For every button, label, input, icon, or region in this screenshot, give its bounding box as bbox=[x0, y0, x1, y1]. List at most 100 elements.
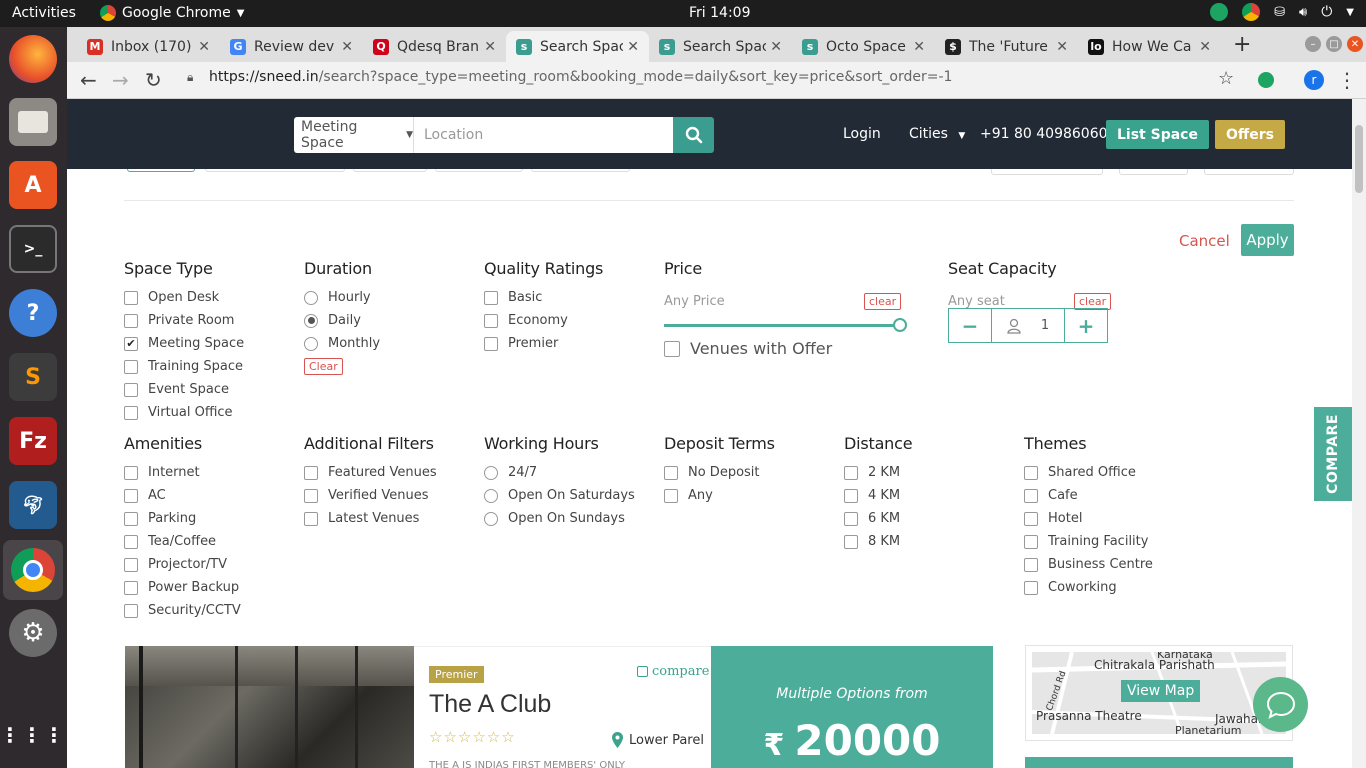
checkbox[interactable]: ✔ bbox=[124, 336, 138, 351]
toolbar-chip[interactable] bbox=[205, 169, 345, 172]
checkbox[interactable] bbox=[484, 290, 498, 305]
minimize-button[interactable]: – bbox=[1305, 36, 1321, 52]
browser-tab[interactable]: G Review dev ✕ bbox=[220, 31, 363, 62]
location-input[interactable]: Location bbox=[414, 117, 673, 153]
app-menu[interactable]: Google Chrome ▼ bbox=[100, 5, 244, 21]
seat-increment-button[interactable]: + bbox=[1065, 309, 1107, 342]
checkbox[interactable] bbox=[484, 313, 498, 328]
show-apps-icon[interactable]: ⋮⋮⋮ bbox=[0, 711, 64, 759]
chrome-dock-icon[interactable] bbox=[3, 540, 63, 600]
back-button[interactable]: ← bbox=[80, 68, 97, 92]
clock[interactable]: Fri 14:09 bbox=[689, 5, 750, 21]
forward-button[interactable]: → bbox=[112, 68, 129, 92]
filter-option[interactable]: Private Room bbox=[124, 309, 244, 332]
terminal-icon[interactable]: >_ bbox=[9, 225, 57, 273]
checkbox[interactable] bbox=[124, 465, 138, 480]
browser-tab[interactable]: Q Qdesq Bran ✕ bbox=[363, 31, 506, 62]
sublime-text-icon[interactable]: S bbox=[9, 353, 57, 401]
checkbox[interactable] bbox=[124, 488, 138, 503]
seat-decrement-button[interactable]: − bbox=[949, 309, 991, 342]
firefox-icon[interactable] bbox=[9, 35, 57, 83]
compare-side-tab[interactable]: COMPARE bbox=[1314, 407, 1352, 501]
address-bar[interactable]: https://sneed.in/search?space_type=meeti… bbox=[209, 69, 952, 85]
maximize-button[interactable]: □ bbox=[1326, 36, 1342, 52]
checkbox[interactable] bbox=[1024, 465, 1038, 480]
tab-close-icon[interactable]: ✕ bbox=[770, 39, 782, 55]
filter-option[interactable]: Featured Venues bbox=[304, 461, 437, 484]
checkbox[interactable] bbox=[124, 405, 138, 420]
filter-option[interactable]: Monthly bbox=[304, 332, 380, 355]
filter-option[interactable]: Premier bbox=[484, 332, 603, 355]
offers-button[interactable]: Offers bbox=[1215, 120, 1285, 149]
tab-close-icon[interactable]: ✕ bbox=[1056, 39, 1068, 55]
browser-tab[interactable]: s Search Spac ✕ bbox=[506, 31, 649, 62]
checkbox[interactable] bbox=[124, 580, 138, 595]
help-icon[interactable]: ? bbox=[9, 289, 57, 337]
filter-option[interactable]: Business Centre bbox=[1024, 553, 1153, 576]
reload-button[interactable]: ↻ bbox=[145, 68, 162, 92]
close-window-button[interactable]: ✕ bbox=[1347, 36, 1363, 52]
price-panel[interactable]: Multiple Options from ₹20000 bbox=[711, 646, 993, 768]
view-map-button[interactable]: View Map bbox=[1121, 680, 1201, 702]
cancel-button[interactable]: Cancel bbox=[1179, 232, 1230, 250]
radio-button[interactable] bbox=[304, 290, 318, 305]
filter-option[interactable]: Latest Venues bbox=[304, 507, 437, 530]
radio-button[interactable] bbox=[484, 488, 498, 503]
toolbar-chip[interactable] bbox=[1119, 169, 1188, 175]
filter-option[interactable]: Open Desk bbox=[124, 286, 244, 309]
tab-close-icon[interactable]: ✕ bbox=[341, 39, 353, 55]
browser-tab[interactable]: s Octo Space ✕ bbox=[792, 31, 935, 62]
filter-option[interactable]: Projector/TV bbox=[124, 553, 241, 576]
profile-avatar[interactable]: r bbox=[1304, 70, 1324, 90]
checkbox[interactable] bbox=[1024, 557, 1038, 572]
filter-option[interactable]: Event Space bbox=[124, 378, 244, 401]
system-tray[interactable]: ⛁ 🔊︎ ⏻ ▼ bbox=[1210, 3, 1354, 21]
browser-tab[interactable]: M Inbox (170) ✕ bbox=[77, 31, 220, 62]
filter-option[interactable]: Coworking bbox=[1024, 576, 1153, 599]
checkbox[interactable] bbox=[1024, 488, 1038, 503]
checkbox[interactable] bbox=[844, 534, 858, 549]
phone-number[interactable]: +91 80 40986060 bbox=[980, 126, 1108, 142]
settings-icon[interactable]: ⚙ bbox=[9, 609, 57, 657]
tab-close-icon[interactable]: ✕ bbox=[913, 39, 925, 55]
toolbar-chip[interactable] bbox=[1204, 169, 1294, 175]
price-slider-track[interactable] bbox=[664, 324, 900, 327]
filter-option[interactable]: 24/7 bbox=[484, 461, 635, 484]
filter-option[interactable]: Hourly bbox=[304, 286, 380, 309]
filter-option[interactable]: Training Space bbox=[124, 355, 244, 378]
filter-option[interactable]: Open On Sundays bbox=[484, 507, 635, 530]
chrome-tray-icon[interactable] bbox=[1242, 3, 1261, 21]
browser-tab[interactable]: lo How We Ca ✕ bbox=[1078, 31, 1221, 62]
filter-option[interactable]: Security/CCTV bbox=[124, 599, 241, 622]
scrollbar-thumb[interactable] bbox=[1355, 125, 1363, 193]
filter-option[interactable]: Tea/Coffee bbox=[124, 530, 241, 553]
radio-button[interactable] bbox=[304, 336, 318, 351]
seat-value-field[interactable]: 1 bbox=[991, 309, 1065, 342]
filter-option[interactable]: Daily bbox=[304, 309, 380, 332]
checkbox[interactable] bbox=[304, 511, 318, 526]
filter-option[interactable]: Power Backup bbox=[124, 576, 241, 599]
volume-icon[interactable]: 🔊︎ bbox=[1299, 5, 1307, 20]
search-button[interactable] bbox=[673, 117, 714, 153]
venue-photo[interactable] bbox=[125, 646, 414, 768]
checkbox[interactable] bbox=[124, 534, 138, 549]
toolbar-chip[interactable] bbox=[353, 169, 427, 172]
login-link[interactable]: Login bbox=[843, 126, 881, 142]
toolbar-chip[interactable] bbox=[127, 169, 195, 172]
mysql-workbench-icon[interactable]: 🐬︎ bbox=[9, 481, 57, 529]
checkbox[interactable] bbox=[844, 511, 858, 526]
venue-card-body[interactable]: Premier compare The A Club ☆☆☆☆☆☆ Lower … bbox=[414, 646, 711, 768]
filter-option[interactable]: Open On Saturdays bbox=[484, 484, 635, 507]
filter-option[interactable]: Economy bbox=[484, 309, 603, 332]
checkbox[interactable] bbox=[124, 359, 138, 374]
checkbox[interactable] bbox=[1024, 511, 1038, 526]
list-space-button[interactable]: List Space bbox=[1106, 120, 1209, 149]
price-clear-button[interactable]: clear bbox=[864, 293, 902, 310]
filter-option[interactable]: Any bbox=[664, 484, 775, 507]
toolbar-chip[interactable] bbox=[531, 169, 630, 172]
filter-option[interactable]: AC bbox=[124, 484, 241, 507]
checkbox[interactable] bbox=[304, 465, 318, 480]
filter-option[interactable]: No Deposit bbox=[664, 461, 775, 484]
duration-clear-button[interactable]: Clear bbox=[304, 358, 343, 375]
activities-button[interactable]: Activities bbox=[12, 5, 76, 21]
